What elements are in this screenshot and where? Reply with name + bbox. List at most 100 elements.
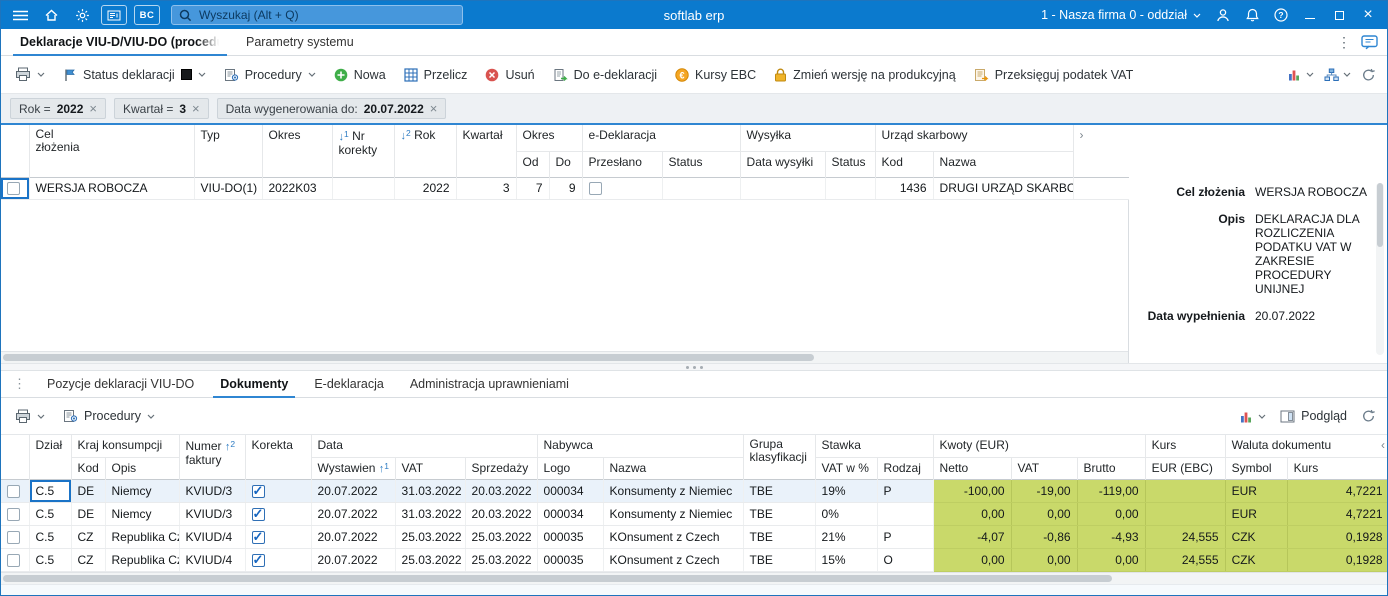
- print-button[interactable]: [7, 61, 53, 88]
- document-row[interactable]: C.5 DE Niemcy KVIUD/3 20.07.2022 31.03.2…: [1, 502, 1387, 526]
- tab-parametry[interactable]: Parametry systemu: [233, 29, 367, 55]
- filter-chip-kwartal[interactable]: Kwartał = 3 ×: [113, 98, 209, 119]
- scrollbar-thumb[interactable]: [1377, 183, 1383, 247]
- bell-icon[interactable]: [1240, 4, 1264, 26]
- col-kod[interactable]: Kod: [875, 151, 934, 177]
- col-dzial[interactable]: Dział: [29, 435, 72, 479]
- col-wystawienia[interactable]: Wystawien ↑1: [311, 457, 396, 479]
- print-button[interactable]: [7, 403, 53, 430]
- col-nr-korekty[interactable]: ↓1 Nr korekty: [332, 125, 395, 177]
- tab-administracja[interactable]: Administracja uprawnieniami: [397, 371, 582, 397]
- col-vat-pct[interactable]: VAT w %: [815, 457, 878, 479]
- col-vat-data[interactable]: VAT: [395, 457, 466, 479]
- row-checkbox[interactable]: [7, 553, 20, 567]
- col-korekta[interactable]: Korekta: [245, 435, 312, 479]
- col-sprzedazy[interactable]: Sprzedaży: [465, 457, 538, 479]
- col-numer-faktury[interactable]: Numer ↑2 faktury: [179, 435, 246, 479]
- col-opis[interactable]: Opis: [105, 457, 180, 479]
- col-kod[interactable]: Kod: [71, 457, 106, 479]
- tab-dokumenty[interactable]: Dokumenty: [207, 371, 301, 398]
- refresh-button[interactable]: [1361, 409, 1376, 423]
- horizontal-scrollbar[interactable]: [1, 571, 1387, 584]
- col-kwartal[interactable]: Kwartał: [456, 125, 517, 177]
- recalculate-button[interactable]: Przelicz: [396, 61, 476, 88]
- drag-handle-icon[interactable]: ⋮: [5, 371, 34, 397]
- korekta-checkbox[interactable]: [251, 552, 265, 568]
- status-declaration-button[interactable]: Status deklaracji: [55, 61, 214, 88]
- col-przeslano[interactable]: Przesłano: [582, 151, 663, 177]
- col-kurs[interactable]: Kurs: [1287, 457, 1387, 479]
- col-netto[interactable]: Netto: [933, 457, 1012, 479]
- help-icon[interactable]: ?: [1269, 4, 1293, 26]
- columns-prev-icon[interactable]: ‹: [1381, 438, 1385, 452]
- filter-chip-data[interactable]: Data wygenerowania do: 20.07.2022 ×: [216, 98, 447, 119]
- procedures-button[interactable]: Procedury: [55, 403, 163, 430]
- col-cel-zlozenia[interactable]: Cel złożenia: [29, 125, 195, 177]
- journal-icon[interactable]: [101, 5, 127, 25]
- settings-icon[interactable]: [70, 4, 94, 26]
- document-row[interactable]: C.5 CZ Republika Cz KVIUD/4 20.07.2022 2…: [1, 525, 1387, 549]
- col-od[interactable]: Od: [516, 151, 550, 177]
- maximize-icon[interactable]: [1327, 4, 1351, 26]
- bc-icon[interactable]: BC: [134, 5, 160, 25]
- korekta-checkbox[interactable]: [251, 483, 265, 499]
- document-row[interactable]: C.5 DE Niemcy KVIUD/3 20.07.2022 31.03.2…: [1, 478, 1387, 503]
- production-version-button[interactable]: Zmień wersję na produkcyjną: [766, 61, 964, 88]
- vertical-scrollbar[interactable]: [1376, 183, 1384, 355]
- new-button[interactable]: Nowa: [326, 61, 394, 88]
- korekta-checkbox[interactable]: [251, 529, 265, 545]
- col-vat[interactable]: VAT: [1011, 457, 1078, 479]
- tab-deklaracje[interactable]: Deklaracje VIU-D/VIU-DO (procedura: [7, 29, 233, 56]
- vat-transfer-button[interactable]: Przeksięguj podatek VAT: [966, 61, 1142, 88]
- tab-pozycje[interactable]: Pozycje deklaracji VIU-DO: [34, 371, 207, 397]
- more-menu-icon[interactable]: ⋮: [1337, 35, 1351, 49]
- workflow-button[interactable]: [1324, 68, 1351, 82]
- chart-button[interactable]: [1287, 68, 1314, 81]
- przeslano-checkbox[interactable]: [588, 182, 602, 196]
- remove-filter-icon[interactable]: ×: [430, 102, 438, 115]
- user-icon[interactable]: [1211, 4, 1235, 26]
- columns-next-icon[interactable]: ›: [1080, 128, 1084, 142]
- col-grupa-klasyfikacji[interactable]: Grupa klasyfikacji: [743, 435, 816, 479]
- col-rodzaj[interactable]: Rodzaj: [877, 457, 934, 479]
- col-nazwa[interactable]: Nazwa: [933, 151, 1074, 177]
- remove-filter-icon[interactable]: ×: [192, 102, 200, 115]
- procedures-button[interactable]: Procedury: [216, 61, 324, 88]
- panel-splitter[interactable]: [1, 363, 1387, 371]
- row-checkbox[interactable]: [7, 530, 20, 544]
- col-do[interactable]: Do: [549, 151, 583, 177]
- home-icon[interactable]: [39, 4, 63, 26]
- row-checkbox[interactable]: [7, 507, 20, 521]
- col-eur-ebc[interactable]: EUR (EBC): [1145, 457, 1226, 479]
- chart-button[interactable]: [1239, 410, 1266, 423]
- search-input[interactable]: Wyszukaj (Alt + Q): [171, 5, 463, 25]
- minimize-icon[interactable]: [1298, 4, 1322, 26]
- document-row[interactable]: C.5 CZ Republika Cz KVIUD/4 20.07.2022 2…: [1, 548, 1387, 572]
- korekta-checkbox[interactable]: [251, 506, 265, 522]
- refresh-button[interactable]: [1361, 68, 1376, 82]
- preview-button[interactable]: Podgląd: [1276, 403, 1351, 430]
- close-icon[interactable]: ×: [1356, 4, 1380, 26]
- menu-icon[interactable]: [8, 4, 32, 26]
- filter-chip-rok[interactable]: Rok = 2022 ×: [10, 98, 106, 119]
- declaration-row[interactable]: WERSJA ROBOCZA VIU-DO(1) 2022K03 2022 3 …: [1, 176, 1130, 200]
- col-symbol[interactable]: Symbol: [1225, 457, 1288, 479]
- delete-button[interactable]: Usuń: [477, 61, 542, 88]
- row-checkbox[interactable]: [7, 182, 20, 196]
- tab-e-deklaracja[interactable]: E-deklaracja: [301, 371, 396, 397]
- company-selector[interactable]: 1 - Nasza firma 0 - oddział: [1036, 8, 1206, 22]
- col-data-wysylki[interactable]: Data wysyłki: [740, 151, 826, 177]
- ebc-rates-button[interactable]: € Kursy EBC: [667, 61, 764, 88]
- feedback-icon[interactable]: [1361, 34, 1378, 50]
- horizontal-scrollbar[interactable]: [1, 351, 1128, 363]
- col-logo[interactable]: Logo: [537, 457, 604, 479]
- scrollbar-thumb[interactable]: [3, 354, 815, 361]
- col-brutto[interactable]: Brutto: [1077, 457, 1146, 479]
- col-status-e[interactable]: Status: [662, 151, 741, 177]
- col-rok[interactable]: ↓2 Rok: [394, 125, 457, 177]
- col-okres[interactable]: Okres: [262, 125, 333, 177]
- e-declaration-button[interactable]: Do e-deklaracji: [545, 61, 665, 88]
- row-checkbox[interactable]: [7, 484, 20, 498]
- remove-filter-icon[interactable]: ×: [89, 102, 97, 115]
- col-nazwa[interactable]: Nazwa: [603, 457, 744, 479]
